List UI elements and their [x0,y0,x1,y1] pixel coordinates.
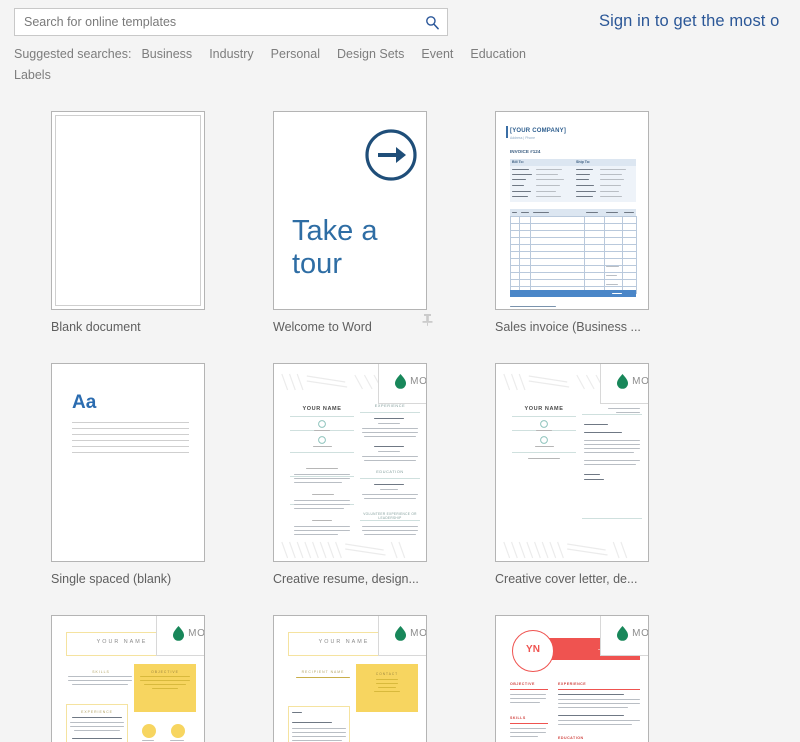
resume-red-section-objective: OBJECTIVE [510,682,535,686]
moo-label: MOO [410,375,427,387]
resume-red-section-experience: EXPERIENCE [558,682,587,686]
template-thumbnail-cover-letter-yellow[interactable]: YOUR NAME RECIPIENT NAME CONTACT MO [273,615,427,742]
sign-in-link[interactable]: Sign in to get the most o [599,12,779,31]
single-spaced-preview: Aa [56,368,200,557]
resume-red-monogram: YN [526,644,540,655]
template-thumbnail-creative-resume[interactable]: YOUR NAME EXPERIENCE EDUCATION VOLUNTEER… [273,363,427,562]
template-tile-sales-invoice[interactable]: [YOUR COMPANY] Address | Phone INVOICE #… [495,111,717,334]
template-thumbnail-blank-document[interactable] [51,111,205,310]
resume-red-section-education: EDUCATION [558,736,584,740]
tour-headline-line2: tour [292,248,342,280]
templates-grid: Blank document Take a tour Welcome to Wo… [0,92,800,742]
cover-yellow-recipient: RECIPIENT NAME [301,670,345,674]
resume-yellow-section-objective: OBJECTIVE [151,670,179,674]
invoice-company-sub: Address | Phone [510,136,536,140]
cover-yellow-panel-title: CONTACT [375,672,399,676]
template-gallery-screen: Suggested searches: Business Industry Perso… [0,0,800,742]
moo-label: MOO [188,627,205,639]
invoice-bill-to: Bill To: [512,160,524,164]
resume-yellow-section-experience: EXPERIENCE [81,710,113,714]
cover-letter-name: YOUR NAME [524,406,564,412]
resume-section-experience: EXPERIENCE [374,404,406,408]
search-header: Suggested searches: Business Industry Perso… [0,0,800,92]
resume-section-volunteer: VOLUNTEER EXPERIENCE OR LEADERSHIP [363,512,417,520]
arrow-right-circle-icon [365,129,417,181]
moo-droplet-icon [395,625,407,641]
moo-badge: MOO [600,364,649,404]
invoice-heading: INVOICE #124 [510,149,541,154]
moo-droplet-icon [395,373,407,389]
moo-droplet-icon [617,373,629,389]
moo-badge: MOO [378,616,427,656]
template-tile-resume-yellow[interactable]: YOUR NAME SKILLS OBJECTIVE EXPERIENCE MO [51,615,273,742]
hatch-pattern-bottom [281,541,406,559]
moo-label: MOO [632,627,649,639]
pin-icon[interactable] [422,313,433,331]
suggested-link-event[interactable]: Event [421,47,453,61]
template-label: Creative cover letter, de... [495,572,638,586]
template-thumbnail-single-spaced[interactable]: Aa [51,363,205,562]
search-box[interactable] [14,8,448,36]
sample-text: Aa [72,392,97,413]
moo-badge: MOO [156,616,205,656]
template-thumbnail-resume-yellow[interactable]: YOUR NAME SKILLS OBJECTIVE EXPERIENCE MO [51,615,205,742]
tour-headline: Take a tour [292,215,377,281]
moo-droplet-icon [173,625,185,641]
template-label: Single spaced (blank) [51,572,172,586]
suggested-link-education[interactable]: Education [470,47,526,61]
template-tile-resume-red[interactable]: YOUR NAME YN OBJECTIVE SKILLS EXPERIE [495,615,717,742]
template-tile-single-spaced[interactable]: Aa Single spaced (blank) [51,363,273,586]
template-label: Welcome to Word [273,320,372,334]
invoice-preview: [YOUR COMPANY] Address | Phone INVOICE #… [500,116,644,308]
template-tile-creative-resume[interactable]: YOUR NAME EXPERIENCE EDUCATION VOLUNTEER… [273,363,495,586]
invoice-company-name: [YOUR COMPANY] [510,128,567,134]
resume-red-section-skills: SKILLS [510,716,526,720]
template-thumbnail-creative-cover-letter[interactable]: YOUR NAME RECIPIENT NAME [495,363,649,562]
resume-yellow-section-skills: SKILLS [92,670,110,674]
search-button[interactable] [417,9,447,35]
template-thumbnail-sales-invoice[interactable]: [YOUR COMPANY] Address | Phone INVOICE #… [495,111,649,310]
template-thumbnail-welcome-to-word[interactable]: Take a tour [273,111,427,310]
blank-page-preview [55,115,201,306]
resume-section-education: EDUCATION [376,470,404,474]
suggested-link-business[interactable]: Business [141,47,192,61]
template-label: Creative resume, design... [273,572,419,586]
resume-name: YOUR NAME [302,406,342,412]
hatch-pattern-bottom [503,541,628,559]
invoice-ship-to: Ship To: [576,160,591,164]
template-label: Blank document [51,320,141,334]
moo-badge: MOO [378,364,427,404]
template-thumbnail-resume-red[interactable]: YOUR NAME YN OBJECTIVE SKILLS EXPERIE [495,615,649,742]
template-tile-welcome-to-word[interactable]: Take a tour Welcome to Word [273,111,495,334]
template-label: Sales invoice (Business ... [495,320,641,334]
suggested-searches-label: Suggested searches: [14,47,132,61]
moo-label: MOO [410,627,427,639]
template-tile-creative-cover-letter[interactable]: YOUR NAME RECIPIENT NAME [495,363,717,586]
moo-label: MOO [632,375,649,387]
template-tile-cover-letter-yellow[interactable]: YOUR NAME RECIPIENT NAME CONTACT MO [273,615,495,742]
suggested-link-labels[interactable]: Labels [14,68,51,82]
suggested-link-industry[interactable]: Industry [209,47,253,61]
template-tile-blank-document[interactable]: Blank document [51,111,273,334]
search-icon [425,15,439,29]
suggested-link-design-sets[interactable]: Design Sets [337,47,404,61]
suggested-link-personal[interactable]: Personal [271,47,320,61]
moo-badge: MOO [600,616,649,656]
suggested-searches: Suggested searches: Business Industry Perso… [14,44,554,86]
yellow-icon-grid [142,724,185,738]
tour-headline-line1: Take a [292,215,378,247]
moo-droplet-icon [617,625,629,641]
search-input[interactable] [15,9,417,35]
